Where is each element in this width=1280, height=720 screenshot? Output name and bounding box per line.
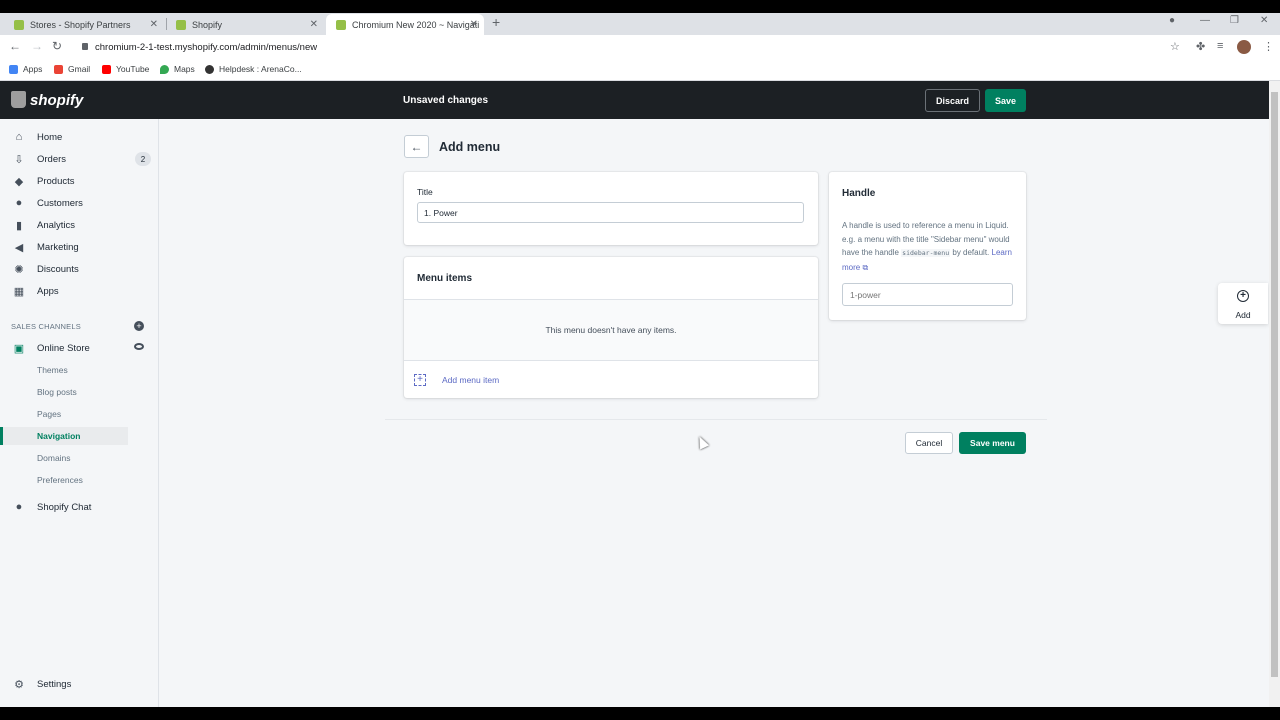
screen-bottom-band: [0, 707, 1280, 720]
sidebar-item-orders[interactable]: ⇩ Orders 2: [0, 149, 159, 169]
forward-icon[interactable]: →: [31, 39, 43, 53]
discard-button[interactable]: Discard: [925, 89, 980, 112]
star-icon[interactable]: ☆: [1170, 40, 1180, 53]
sidebar-item-discounts[interactable]: ✺ Discounts: [0, 259, 159, 279]
browser-tab-active[interactable]: Chromium New 2020 ~ Navigati ✕: [326, 14, 484, 35]
chat-icon: ●: [15, 501, 23, 513]
title-label: Title: [417, 187, 433, 197]
sidebar-item-customers[interactable]: ● Customers: [0, 193, 159, 213]
back-button[interactable]: ←: [404, 135, 429, 158]
megaphone-icon: ◀: [14, 241, 24, 254]
close-window-icon[interactable]: ✕: [1260, 15, 1268, 26]
save-menu-button[interactable]: Save menu: [959, 432, 1026, 454]
add-menu-item-link[interactable]: Add menu item: [442, 375, 499, 385]
extensions-icon[interactable]: ✤: [1196, 40, 1205, 53]
avatar[interactable]: [1237, 40, 1251, 54]
shopify-favicon-icon: [14, 19, 24, 30]
orders-count-badge: 2: [135, 152, 151, 166]
helpdesk-icon: [205, 64, 214, 74]
shopify-bag-icon: [11, 91, 26, 108]
close-icon[interactable]: ✕: [310, 19, 318, 30]
handle-code: sidebar-menu: [901, 249, 951, 257]
tag-icon: ◆: [14, 175, 24, 188]
menu-items-heading: Menu items: [417, 273, 473, 284]
sidebar-item-products[interactable]: ◆ Products: [0, 171, 159, 191]
arrow-left-icon: ←: [410, 139, 423, 154]
mouse-cursor-icon: [694, 434, 710, 450]
handle-heading: Handle: [842, 188, 876, 199]
sidebar-subitem-blog-posts[interactable]: Blog posts: [0, 383, 128, 401]
shopify-favicon-icon: [336, 19, 346, 30]
side-add-label[interactable]: Add: [1218, 310, 1268, 320]
apps-grid-icon: [9, 64, 18, 74]
unsaved-changes-label: Unsaved changes: [403, 95, 489, 106]
person-icon: ●: [15, 197, 23, 209]
scrollbar-thumb[interactable]: [1271, 92, 1278, 677]
apps-icon: ▦: [13, 285, 25, 298]
screen-top-band: [0, 0, 1280, 13]
shopify-logo[interactable]: shopify: [30, 92, 83, 109]
close-icon[interactable]: ✕: [150, 19, 158, 30]
admin-top-bar: [0, 81, 1269, 119]
youtube-icon: [102, 64, 111, 74]
bookmark-helpdesk[interactable]: Helpdesk : ArenaCo...: [205, 64, 302, 74]
browser-tab-bar: Stores - Shopify Partners ✕ Shopify ✕ Ch…: [0, 13, 1280, 35]
page-title: Add menu: [439, 140, 501, 154]
orders-icon: ⇩: [14, 153, 24, 166]
menu-dots-icon[interactable]: ⋮: [1263, 40, 1274, 53]
divider: [385, 419, 1047, 420]
media-list-icon[interactable]: ≡: [1217, 40, 1223, 52]
reload-icon[interactable]: ↻: [52, 39, 62, 53]
sidebar-subitem-pages[interactable]: Pages: [0, 405, 128, 423]
sidebar-item-apps[interactable]: ▦ Apps: [0, 281, 159, 301]
gear-icon: ⚙: [14, 678, 24, 691]
bookmark-apps[interactable]: Apps: [9, 64, 42, 74]
handle-description: A handle is used to reference a menu in …: [842, 221, 1012, 272]
close-icon[interactable]: ✕: [470, 19, 478, 30]
store-icon: ▣: [13, 342, 25, 355]
lock-icon: [82, 43, 88, 50]
bookmark-youtube[interactable]: YouTube: [102, 64, 149, 74]
gmail-icon: [54, 64, 63, 74]
back-icon[interactable]: ←: [9, 39, 21, 53]
add-circle-icon[interactable]: +: [1237, 290, 1249, 302]
menu-empty-text: This menu doesn't have any items.: [545, 325, 677, 335]
sidebar-item-marketing[interactable]: ◀ Marketing: [0, 237, 159, 257]
title-field[interactable]: [417, 202, 804, 223]
add-menu-item-icon[interactable]: +: [414, 374, 426, 386]
save-button[interactable]: Save: [985, 89, 1026, 112]
new-tab-icon[interactable]: +: [492, 14, 500, 30]
shopify-favicon-icon: [176, 19, 186, 30]
sidebar-item-shopify-chat[interactable]: ● Shopify Chat: [0, 497, 159, 517]
sidebar-item-analytics[interactable]: ▮ Analytics: [0, 215, 159, 235]
maps-pin-icon: [160, 64, 169, 74]
add-sales-channel-icon[interactable]: +: [134, 321, 144, 331]
cancel-button[interactable]: Cancel: [905, 432, 953, 454]
tab-label: Stores - Shopify Partners: [30, 19, 131, 30]
sidebar-item-home[interactable]: ⌂ Home: [0, 127, 159, 147]
sidebar-subitem-preferences[interactable]: Preferences: [0, 471, 128, 489]
url-field[interactable]: chromium-2-1-test.myshopify.com/admin/me…: [95, 42, 317, 53]
eye-icon[interactable]: [134, 343, 144, 350]
sidebar-subitem-themes[interactable]: Themes: [0, 361, 128, 379]
bookmark-gmail[interactable]: Gmail: [54, 64, 90, 74]
sidebar-subitem-navigation[interactable]: Navigation: [0, 427, 128, 445]
browser-tab[interactable]: Stores - Shopify Partners ✕: [4, 14, 164, 35]
handle-field[interactable]: [842, 283, 1013, 306]
restore-icon[interactable]: ❐: [1230, 15, 1239, 26]
tab-label: Shopify: [192, 19, 223, 30]
tab-label: Chromium New 2020 ~ Navigati: [352, 19, 480, 30]
bookmark-maps[interactable]: Maps: [160, 64, 195, 74]
sidebar-item-settings[interactable]: ⚙ Settings: [0, 674, 159, 694]
sales-channels-heading: SALES CHANNELS: [11, 322, 81, 331]
external-link-icon: ⧉: [862, 262, 869, 272]
bar-chart-icon: ▮: [15, 219, 23, 232]
discount-icon: ✺: [14, 263, 24, 276]
browser-tab[interactable]: Shopify ✕: [166, 14, 324, 35]
minimize-icon[interactable]: —: [1200, 15, 1210, 26]
sidebar-subitem-domains[interactable]: Domains: [0, 449, 128, 467]
home-icon: ⌂: [15, 131, 23, 143]
media-icon[interactable]: ●: [1169, 15, 1175, 26]
